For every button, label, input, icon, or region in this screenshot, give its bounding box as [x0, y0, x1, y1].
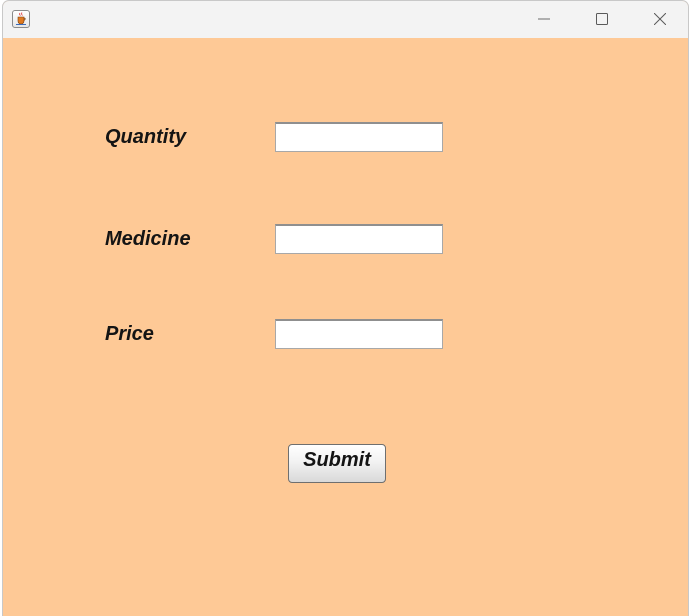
minimize-button[interactable]: [521, 1, 567, 38]
maximize-button[interactable]: [579, 1, 625, 38]
submit-button[interactable]: Submit: [288, 444, 386, 483]
medicine-label: Medicine: [105, 228, 191, 250]
price-label: Price: [105, 323, 154, 345]
form-panel: Quantity Medicine Price Submit: [3, 38, 688, 616]
title-bar[interactable]: [3, 1, 688, 38]
maximize-icon: [596, 13, 608, 25]
price-input[interactable]: [275, 319, 443, 349]
quantity-label: Quantity: [105, 126, 187, 148]
medicine-input[interactable]: [275, 224, 443, 254]
close-button[interactable]: [637, 1, 683, 38]
app-window: Quantity Medicine Price Submit: [2, 0, 689, 616]
java-icon[interactable]: [12, 10, 30, 28]
minimize-icon: [538, 18, 550, 20]
close-icon: [654, 13, 666, 25]
quantity-input[interactable]: [275, 122, 443, 152]
